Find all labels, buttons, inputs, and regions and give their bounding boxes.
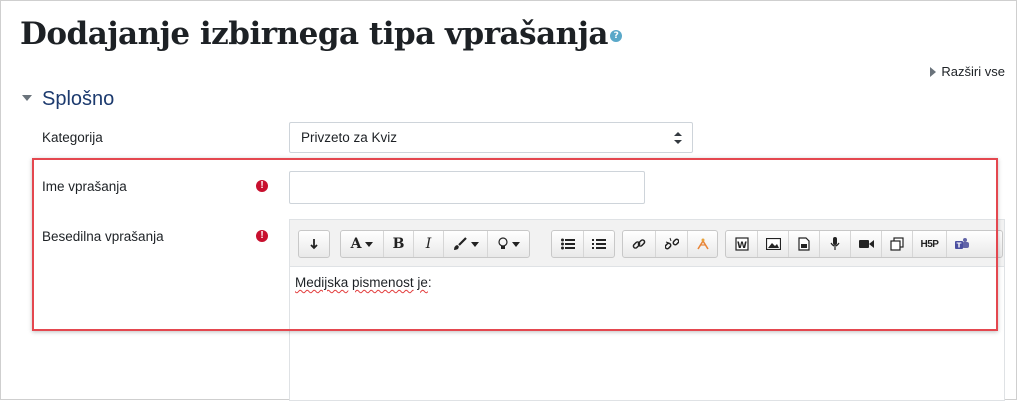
help-icon[interactable]: ? xyxy=(610,30,623,42)
category-select-value: Privzeto za Kviz xyxy=(301,130,398,145)
chevron-down-icon xyxy=(22,95,32,101)
chevron-right-icon xyxy=(930,67,937,77)
category-select[interactable]: Privzeto za Kviz xyxy=(289,122,693,153)
page-title: Dodajanje izbirnega tipa vprašanja? xyxy=(20,16,623,52)
category-label: Kategorija xyxy=(42,130,103,145)
highlight-annotation xyxy=(32,158,998,331)
expand-all-link[interactable]: Razširi vse xyxy=(930,64,1005,79)
select-arrows-icon xyxy=(674,132,682,144)
section-header-general[interactable]: Splošno xyxy=(22,88,114,111)
